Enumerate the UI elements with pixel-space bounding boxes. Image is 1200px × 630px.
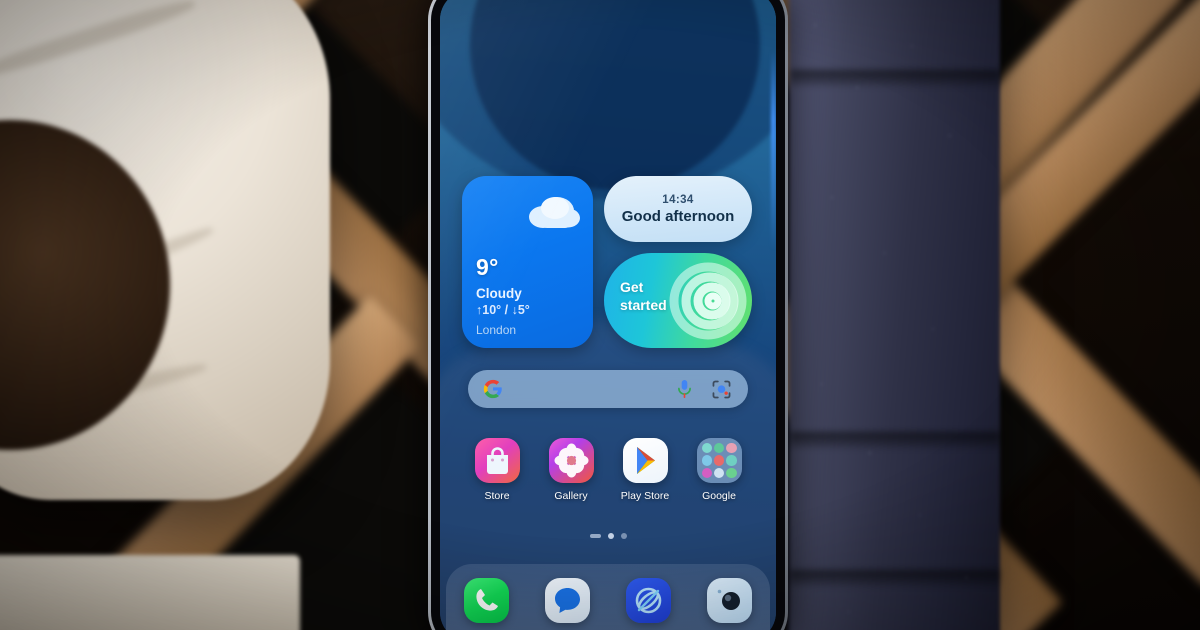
weather-location: London xyxy=(476,323,517,337)
greeting-message: Good afternoon xyxy=(621,207,735,225)
weather-widget[interactable]: 9° Cloudy ↑10° / ↓5° London xyxy=(462,176,593,348)
app-folder-icon xyxy=(696,438,742,483)
mini-icon xyxy=(726,467,737,479)
mini-icon xyxy=(701,443,712,454)
screenshot-scene: 9° Cloudy ↑10° / ↓5° London 14:34 Good a… xyxy=(0,0,1200,630)
speech-bubble-icon[interactable] xyxy=(545,578,590,623)
stone-column-sculpture xyxy=(790,0,1000,630)
stone-speckle-texture xyxy=(790,0,1000,630)
weather-high-low: ↑10° / ↓5° xyxy=(476,303,530,317)
mini-icon xyxy=(726,443,737,454)
app-label: Play Store xyxy=(620,490,670,502)
cloud-icon xyxy=(529,197,580,228)
flower-icon xyxy=(548,438,594,483)
mini-icon xyxy=(713,455,725,466)
app-item-gallery[interactable]: Gallery xyxy=(540,438,602,502)
mini-icon xyxy=(726,455,737,466)
play-triangle-icon xyxy=(622,438,668,483)
app-item-google-folder[interactable]: Google xyxy=(688,438,750,502)
phone-screen[interactable]: 9° Cloudy ↑10° / ↓5° London 14:34 Good a… xyxy=(440,0,776,630)
greeting-time: 14:34 xyxy=(662,193,694,206)
screen-edge-highlight xyxy=(771,50,776,250)
google-g-icon xyxy=(483,379,502,399)
dock-bar xyxy=(446,564,770,630)
concentric-swirl-icon xyxy=(669,262,747,340)
microphone-icon[interactable] xyxy=(676,379,693,400)
app-label: Gallery xyxy=(554,490,588,502)
mini-icon xyxy=(701,467,712,479)
app-label: Store xyxy=(484,490,510,502)
marble-sculpture-base xyxy=(0,555,300,630)
app-label: Google xyxy=(702,490,736,502)
mini-icon xyxy=(713,467,725,479)
globe-icon[interactable] xyxy=(626,578,671,623)
home-page-marker[interactable] xyxy=(589,534,601,538)
page-indicator[interactable] xyxy=(440,533,776,539)
page-dot[interactable] xyxy=(620,533,627,539)
get-started-widget[interactable]: Get started xyxy=(604,253,752,348)
weather-temperature: 9° xyxy=(476,254,499,280)
page-dot-active[interactable] xyxy=(607,533,614,539)
google-search-bar[interactable] xyxy=(468,370,748,408)
app-item-play-store[interactable]: Play Store xyxy=(614,438,676,502)
mini-icon xyxy=(713,443,725,454)
app-item-store[interactable]: Store xyxy=(466,438,528,502)
smartphone-device: 9° Cloudy ↑10° / ↓5° London 14:34 Good a… xyxy=(428,0,788,630)
greeting-widget[interactable]: 14:34 Good afternoon xyxy=(604,176,752,242)
mini-icon xyxy=(701,455,712,466)
weather-condition: Cloudy xyxy=(476,286,522,301)
get-started-label: Get started xyxy=(620,279,667,313)
app-grid: Store Gallery Play Store Google xyxy=(460,438,756,502)
right-widget-column: 14:34 Good afternoon Get started xyxy=(604,176,752,348)
phone-handset-icon[interactable] xyxy=(464,578,509,623)
widget-row: 9° Cloudy ↑10° / ↓5° London 14:34 Good a… xyxy=(462,176,752,348)
camera-lens-icon[interactable] xyxy=(707,578,752,623)
google-lens-icon[interactable] xyxy=(712,380,731,399)
shopping-bag-icon xyxy=(474,438,520,483)
